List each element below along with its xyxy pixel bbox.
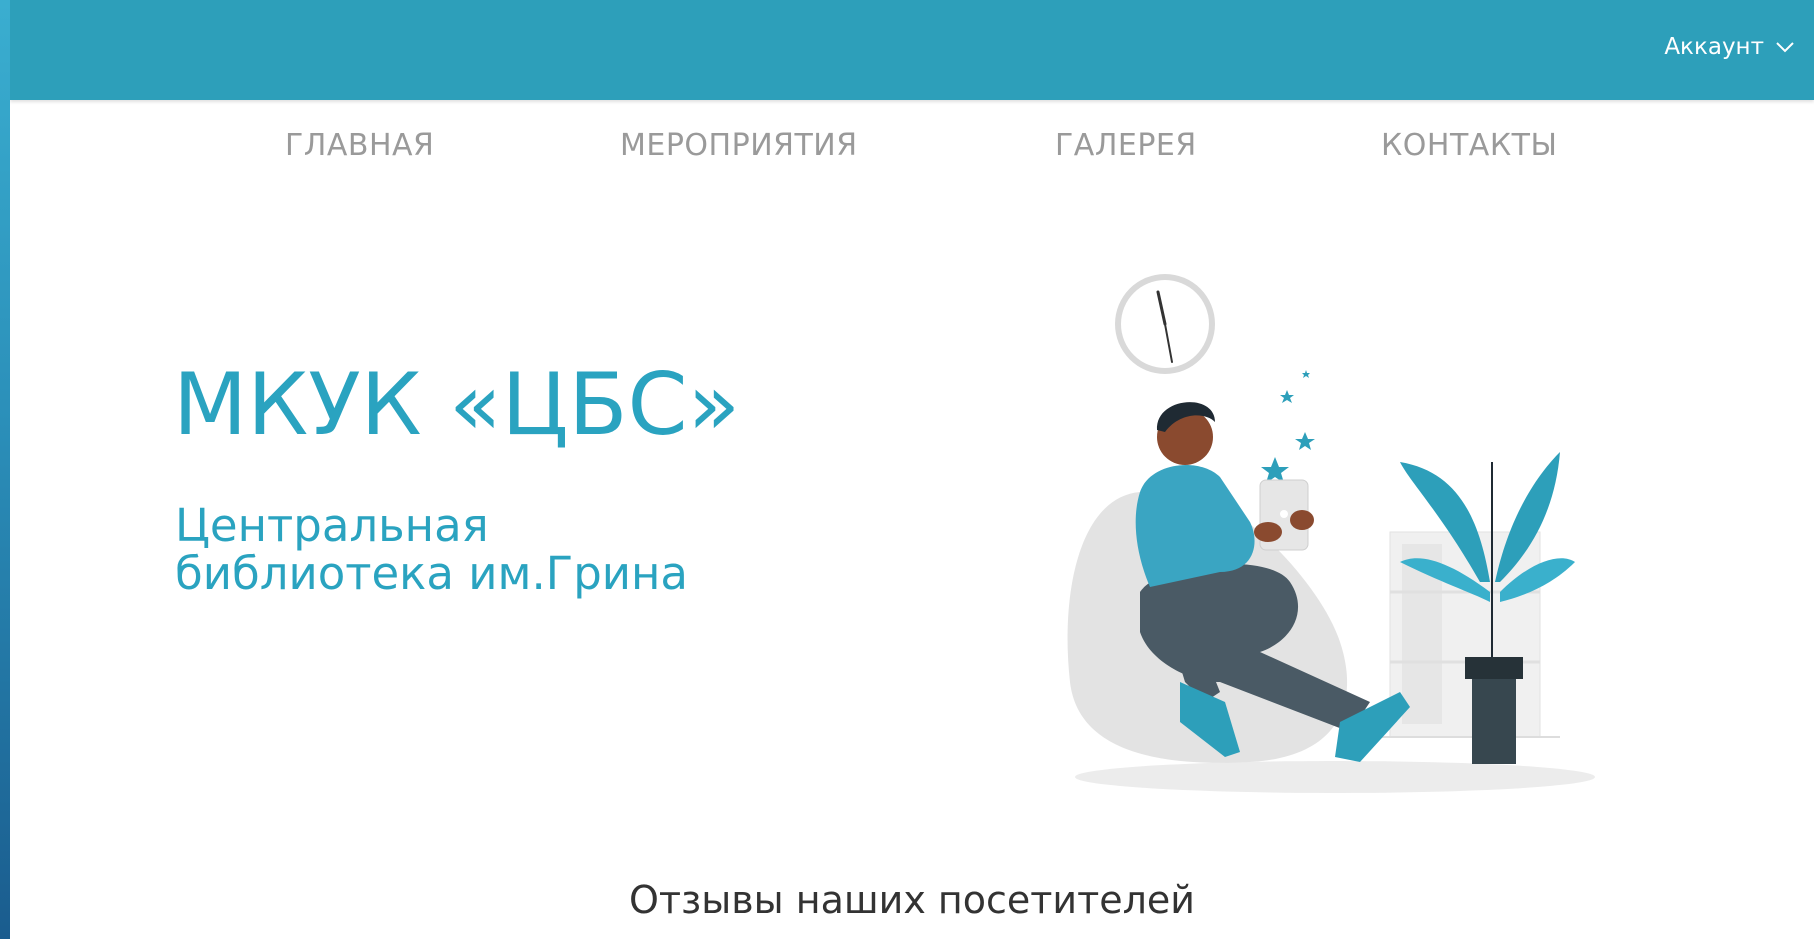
clock-icon <box>1115 274 1215 374</box>
account-label: Аккаунт <box>1664 34 1764 60</box>
floor-shadow <box>1075 761 1595 793</box>
nav-item-contacts[interactable]: КОНТАКТЫ <box>1381 128 1557 163</box>
page-frame: Аккаунт ГЛАВНАЯ МЕРОПРИЯТИЯ ГАЛЕРЕЯ КОНТ… <box>10 0 1814 939</box>
torso <box>1135 465 1255 587</box>
main-nav: ГЛАВНАЯ МЕРОПРИЯТИЯ ГАЛЕРЕЯ КОНТАКТЫ <box>10 128 1814 168</box>
nav-item-events[interactable]: МЕРОПРИЯТИЯ <box>620 128 858 163</box>
nav-item-home[interactable]: ГЛАВНАЯ <box>285 128 434 163</box>
account-menu[interactable]: Аккаунт <box>1664 34 1794 60</box>
stars <box>1261 370 1315 483</box>
hero-subtitle: Центральная библиотека им.Грина <box>175 502 875 598</box>
top-bar: Аккаунт <box>10 0 1814 100</box>
reading-man-illustration <box>1067 274 1595 793</box>
hero-subtitle-line2: библиотека им.Грина <box>175 547 688 600</box>
reviews-heading: Отзывы наших посетителей <box>629 878 1195 922</box>
hero-subtitle-line1: Центральная <box>175 499 489 552</box>
nav-item-gallery[interactable]: ГАЛЕРЕЯ <box>1055 128 1197 163</box>
chevron-down-icon <box>1776 41 1794 53</box>
hero-title: МКУК «ЦБС» <box>173 355 741 455</box>
